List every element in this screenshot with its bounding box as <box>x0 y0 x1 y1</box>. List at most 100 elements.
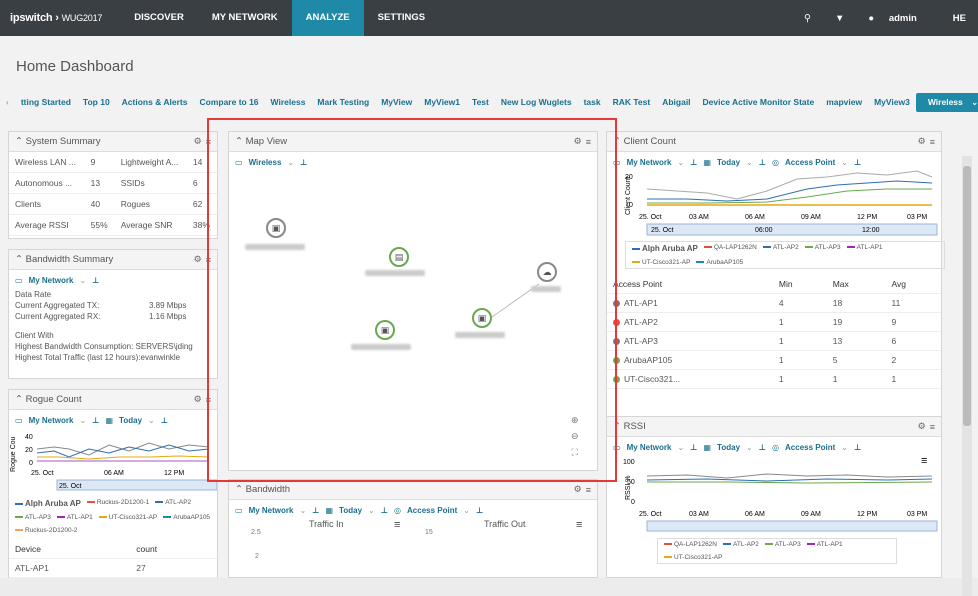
legend-item[interactable]: Ruckus-2D1200-1 <box>87 499 149 508</box>
nav-analyze[interactable]: ANALYZE <box>291 0 364 36</box>
legend-item[interactable]: ATL-AP3 <box>15 514 51 521</box>
group-selector[interactable]: My Network <box>29 416 74 425</box>
group-selector[interactable]: My Network <box>627 443 672 452</box>
table-row[interactable]: UT-Cisco321... 1 1 1 <box>607 369 941 389</box>
menu-icon[interactable]: ≡ <box>930 422 935 432</box>
range-selector[interactable]: Today <box>339 506 362 515</box>
legend-item[interactable]: ATL-AP1 <box>807 541 843 548</box>
y-tick: 2 <box>255 553 259 560</box>
filter-selector[interactable]: Access Point <box>785 158 835 167</box>
calendar-icon: ▦ <box>105 416 114 425</box>
scrollbar-thumb[interactable] <box>963 166 971 426</box>
gear-icon[interactable]: ⚙ <box>918 421 926 432</box>
tab[interactable]: MyView1 <box>418 97 466 107</box>
help-menu[interactable]: HE <box>941 13 978 24</box>
tab[interactable]: Mark Testing <box>311 97 375 107</box>
range-selector[interactable]: Today <box>717 158 740 167</box>
tab[interactable]: Device Active Monitor State <box>697 97 821 107</box>
legend-item[interactable]: ATL-AP2 <box>155 499 191 508</box>
tab[interactable]: Abigail <box>656 97 696 107</box>
chart-menu-icon[interactable]: ≡ <box>921 455 927 467</box>
rogue-legend: Alph Aruba AP Ruckus-2D1200-1 ATL-AP2 AT… <box>9 497 217 536</box>
tab[interactable]: mapview <box>820 97 868 107</box>
legend-item[interactable]: QA-LAP1262N <box>664 541 717 548</box>
chart-menu-icon[interactable]: ≡ <box>394 519 400 531</box>
tab-selected[interactable]: Wireless ⌄ <box>915 92 978 112</box>
legend-item[interactable]: UT-Cisco321-AP <box>632 259 690 266</box>
gear-icon[interactable]: ⚙ <box>918 136 926 147</box>
legend-item[interactable]: Alph Aruba AP <box>15 499 81 508</box>
menu-icon[interactable]: ≡ <box>586 485 591 495</box>
page-scrollbar[interactable] <box>962 156 972 596</box>
pin-icon[interactable]: ⊥ <box>92 416 99 425</box>
group-selector[interactable]: My Network <box>249 506 294 515</box>
brand-logo[interactable]: ipswitch › WUG2017 <box>0 12 120 24</box>
nav-discover[interactable]: DISCOVER <box>120 0 198 36</box>
traffic-in-title: Traffic In <box>309 519 344 529</box>
group-selector[interactable]: My Network <box>627 158 672 167</box>
gear-icon[interactable]: ⚙ <box>574 484 582 495</box>
table-row[interactable]: ATL-AP1 4 18 11 <box>607 293 941 313</box>
pin-icon[interactable]: ⊥ <box>690 443 697 452</box>
search-icon[interactable]: ⚲ <box>792 13 823 24</box>
pin-icon[interactable]: ⊥ <box>854 443 861 452</box>
nav-my-network[interactable]: MY NETWORK <box>198 0 292 36</box>
nav-settings[interactable]: SETTINGS <box>364 0 440 36</box>
legend-item[interactable]: ArubaAP105 <box>163 514 210 521</box>
legend-item[interactable]: Alph Aruba AP <box>632 244 698 253</box>
gear-icon[interactable]: ⚙ <box>194 394 202 405</box>
menu-icon[interactable]: ≡ <box>930 137 935 147</box>
legend-item[interactable]: UT-Cisco321-AP <box>664 554 722 561</box>
legend-item[interactable]: ATL-AP1 <box>57 514 93 521</box>
pin-icon[interactable]: ⊥ <box>476 506 483 515</box>
tab[interactable]: MyView3 <box>868 97 916 107</box>
navigator-range[interactable] <box>646 223 938 236</box>
y-tick: 100 <box>623 459 635 466</box>
navigator-range[interactable] <box>646 520 938 532</box>
tab[interactable]: Top 10 <box>77 97 116 107</box>
table-row[interactable]: ATL-AP1 27 <box>9 558 217 578</box>
tab[interactable]: tting Started <box>15 97 77 107</box>
pin-icon[interactable]: ⊥ <box>759 443 766 452</box>
table-row[interactable]: ATL-AP3 1 13 6 <box>607 331 941 351</box>
tab[interactable]: Compare to 16 <box>193 97 264 107</box>
pin-icon[interactable]: ⊥ <box>854 158 861 167</box>
tab[interactable]: MyView <box>375 97 418 107</box>
legend-item[interactable]: Ruckus-2D1200-2 <box>15 527 77 534</box>
gear-icon[interactable]: ⚙ <box>194 136 202 147</box>
tabs-scroll-left-icon[interactable]: ‹ <box>0 97 15 107</box>
tab[interactable]: Actions & Alerts <box>116 97 194 107</box>
navigator-label: 12:00 <box>862 227 880 234</box>
pin-icon[interactable]: ⊥ <box>381 506 388 515</box>
group-selector[interactable]: My Network <box>29 276 74 285</box>
legend-item[interactable]: ATL-AP3 <box>805 244 841 253</box>
tab[interactable]: RAK Test <box>607 97 657 107</box>
legend-item[interactable]: ArubaAP105 <box>696 259 743 266</box>
filter-selector[interactable]: Access Point <box>785 443 835 452</box>
legend-item[interactable]: ATL-AP1 <box>847 244 883 253</box>
tab[interactable]: Wireless <box>265 97 312 107</box>
range-selector[interactable]: Today <box>119 416 142 425</box>
legend-item[interactable]: QA-LAP1262N <box>704 244 757 253</box>
user-menu[interactable]: ● admin <box>856 13 940 24</box>
notification-icon[interactable]: ▼ <box>823 13 856 24</box>
legend-item[interactable]: ATL-AP2 <box>723 541 759 548</box>
legend-item[interactable]: ATL-AP3 <box>765 541 801 548</box>
pin-icon[interactable]: ⊥ <box>759 158 766 167</box>
tab[interactable]: New Log Wuglets <box>495 97 578 107</box>
pin-icon[interactable]: ⊥ <box>312 506 319 515</box>
tab[interactable]: Test <box>466 97 495 107</box>
legend-item[interactable]: ATL-AP2 <box>763 244 799 253</box>
gear-icon[interactable]: ⚙ <box>194 254 202 265</box>
chart-menu-icon[interactable]: ≡ <box>576 519 582 531</box>
filter-selector[interactable]: Access Point <box>407 506 457 515</box>
tab[interactable]: task <box>578 97 607 107</box>
pin-icon[interactable]: ⊥ <box>690 158 697 167</box>
legend-item[interactable]: UT-Cisco321-AP <box>99 514 157 521</box>
pin-icon[interactable]: ⊥ <box>161 416 168 425</box>
range-selector[interactable]: Today <box>717 443 740 452</box>
table-row[interactable]: ATL-AP2 1 19 9 <box>607 312 941 332</box>
pin-icon[interactable]: ⊥ <box>92 276 99 285</box>
table-row[interactable]: ArubaAP105 1 5 2 <box>607 350 941 370</box>
series-line <box>646 473 933 479</box>
